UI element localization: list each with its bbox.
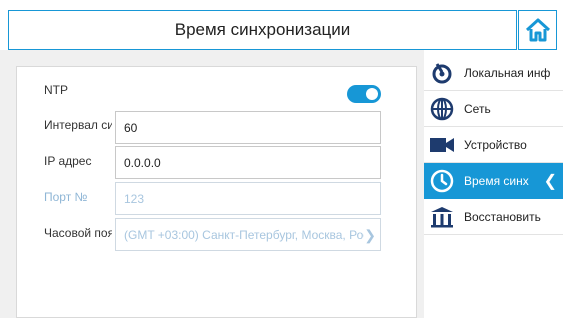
home-button[interactable] [518, 10, 557, 50]
chevron-right-icon: ❯ [364, 227, 376, 243]
interval-input[interactable]: 60 [115, 111, 381, 144]
port-value: 123 [124, 191, 145, 206]
sidebar-item-label: Восстановить [464, 209, 541, 224]
sidebar: Локальная инф Сеть Устройство Время синх… [424, 50, 563, 318]
page-title: Время синхронизации [174, 20, 351, 39]
ip-label: IP адрес [44, 154, 92, 168]
ntp-toggle[interactable] [347, 85, 381, 103]
port-input[interactable]: 123 [115, 182, 381, 215]
sidebar-item-label: Сеть [464, 101, 491, 116]
sidebar-item-network[interactable]: Сеть [424, 91, 563, 127]
sidebar-item-restore[interactable]: Восстановить [424, 199, 563, 235]
interval-label: Интервал си [44, 118, 112, 132]
globe-icon [424, 91, 460, 126]
timezone-value: (GMT +03:00) Санкт-Петербург, Москва, Ро… [124, 227, 364, 242]
ip-input[interactable]: 0.0.0.0 [115, 146, 381, 179]
restore-icon [424, 199, 460, 234]
sidebar-item-label: Локальная инф [464, 65, 551, 80]
sidebar-item-local-info[interactable]: Локальная инф [424, 55, 563, 91]
toggle-knob [366, 88, 378, 100]
camera-icon [424, 127, 460, 162]
sidebar-item-label: Устройство [464, 137, 527, 152]
port-label: Порт № [44, 190, 88, 204]
home-icon [525, 18, 550, 42]
sidebar-item-label: Время синх [464, 173, 529, 188]
interval-value: 60 [124, 120, 138, 135]
timezone-label: Часовой поя [44, 226, 112, 240]
sidebar-item-device[interactable]: Устройство [424, 127, 563, 163]
clock-icon [424, 163, 460, 198]
timezone-select[interactable]: (GMT +03:00) Санкт-Петербург, Москва, Ро… [115, 218, 381, 251]
ntp-label: NTP [44, 83, 68, 97]
sidebar-item-time-sync[interactable]: Время синх ❮ [424, 163, 563, 199]
page-title-bar: Время синхронизации [8, 10, 517, 50]
local-info-icon [424, 55, 460, 90]
settings-panel: NTP Интервал си 60 IP адрес 0.0.0.0 Порт… [16, 66, 417, 318]
ip-value: 0.0.0.0 [124, 155, 161, 170]
chevron-left-icon: ❮ [543, 172, 557, 190]
